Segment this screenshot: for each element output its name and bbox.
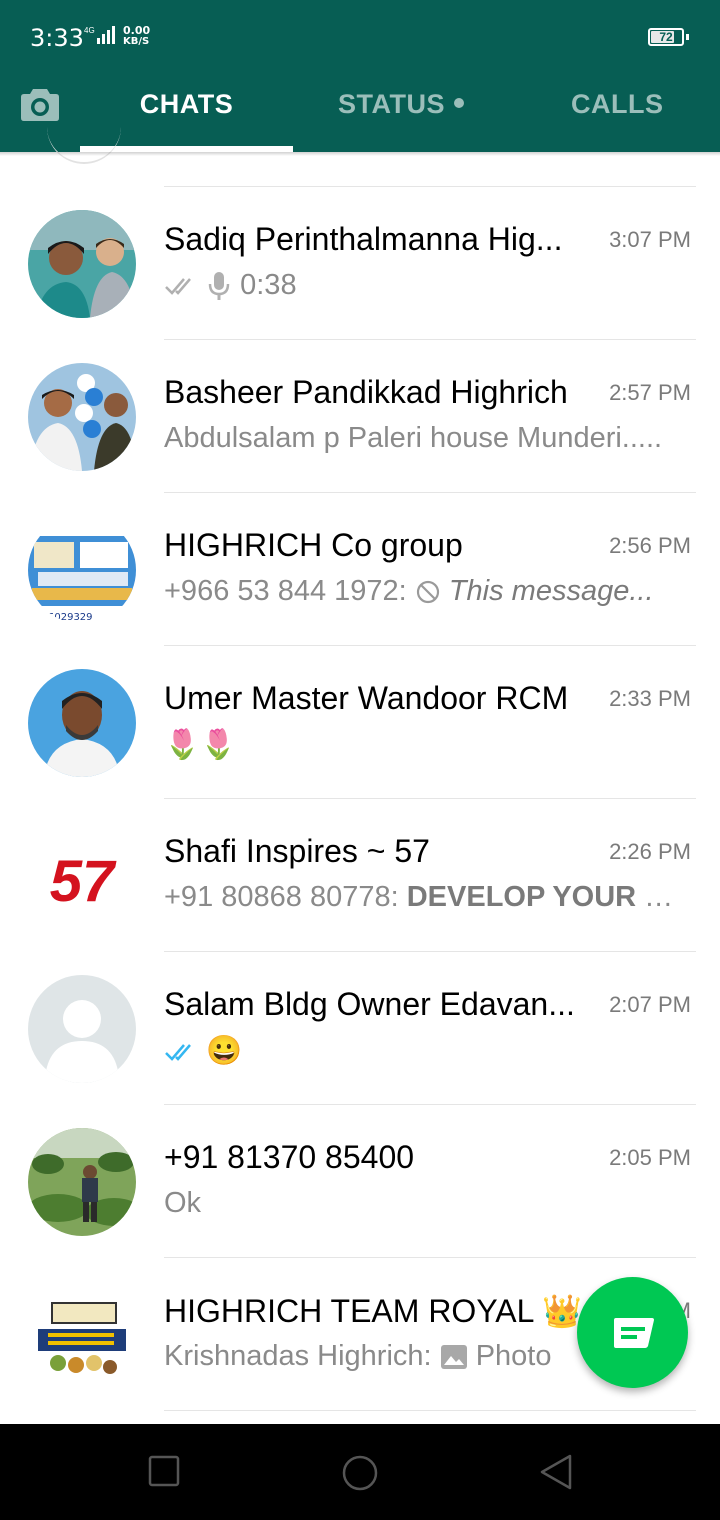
chat-name: Sadiq Perinthalmanna Hig... bbox=[164, 221, 563, 257]
chat-preview: 😀 bbox=[164, 1034, 674, 1068]
chat-name: Basheer Pandikkad Highrich bbox=[164, 374, 568, 410]
chat-time: 2:26 PM bbox=[609, 839, 691, 864]
avatar[interactable] bbox=[28, 210, 136, 318]
chat-time: 2:56 PM bbox=[609, 533, 691, 558]
chat-name: Shafi Inspires ~ 57 bbox=[164, 833, 430, 869]
preview-sender: +91 80868 80778: bbox=[164, 881, 399, 913]
divider bbox=[164, 1410, 696, 1411]
recents-icon[interactable] bbox=[148, 1454, 180, 1488]
chat-row[interactable]: 57 Shafi Inspires ~ 57 2:26 PM +91 80868… bbox=[0, 799, 720, 952]
chat-preview: Ok bbox=[164, 1187, 202, 1219]
chat-row[interactable]: +91 81370 85400 2:05 PM Ok bbox=[0, 1105, 720, 1258]
double-tick-icon bbox=[165, 278, 191, 296]
chat-row[interactable]: Sadiq Perinthalmanna Hig... 3:07 PM 0:38 bbox=[0, 187, 720, 340]
status-bar: 3:33 4G 0.00 KB/S 72 bbox=[0, 0, 720, 56]
status-update-dot bbox=[454, 98, 464, 108]
chat-name: Salam Bldg Owner Edavan... bbox=[164, 986, 575, 1022]
preview-text: DEVELOP YOUR S... bbox=[406, 881, 674, 913]
new-chat-button[interactable] bbox=[577, 1277, 688, 1388]
tab-chats[interactable]: CHATS bbox=[80, 89, 293, 120]
preview-sender: +966 53 844 1972: bbox=[164, 575, 407, 607]
chat-preview: +91 80868 80778: DEVELOP YOUR S... bbox=[164, 881, 674, 914]
chat-row[interactable]: 5029329 HIGHRICH Co group 2:56 PM +966 5… bbox=[0, 493, 720, 646]
avatar[interactable]: 5029329 bbox=[28, 516, 136, 624]
chat-time: 2:33 PM bbox=[609, 686, 691, 711]
chat-row[interactable]: Salam Bldg Owner Edavan... 2:07 PM 😀 bbox=[0, 952, 720, 1105]
preview-text: 😀 bbox=[206, 1035, 243, 1067]
svg-text:5029329: 5029329 bbox=[48, 612, 93, 623]
avatar[interactable] bbox=[28, 1128, 136, 1236]
avatar[interactable] bbox=[28, 1281, 136, 1389]
chat-row[interactable]: Umer Master Wandoor RCM 2:33 PM 🌷🌷 bbox=[0, 646, 720, 799]
preview-text: This message... bbox=[448, 575, 654, 607]
network-type: 4G bbox=[84, 26, 95, 35]
back-icon[interactable] bbox=[538, 1454, 574, 1490]
chat-preview: 🌷🌷 bbox=[164, 729, 237, 761]
battery-icon: 72 bbox=[648, 28, 684, 46]
chat-time: 3:07 PM bbox=[609, 227, 691, 252]
avatar-text: 57 bbox=[49, 849, 115, 914]
chat-name: +91 81370 85400 bbox=[164, 1139, 415, 1175]
tab-calls[interactable]: CALLS bbox=[571, 89, 664, 120]
speed-value: 0.00 bbox=[123, 24, 151, 37]
navigation-bar bbox=[0, 1424, 720, 1520]
speed-unit: KB/S bbox=[123, 36, 150, 47]
avatar[interactable] bbox=[28, 975, 136, 1083]
microphone-icon bbox=[208, 272, 230, 301]
voice-duration: 0:38 bbox=[240, 269, 297, 301]
chat-time: 2:07 PM bbox=[609, 992, 691, 1017]
battery-level: 72 bbox=[659, 30, 673, 44]
chat-row[interactable]: Basheer Pandikkad Highrich 2:57 PM Abdul… bbox=[0, 340, 720, 493]
chat-preview: Abdulsalam p Paleri house Munderi..... bbox=[164, 422, 663, 454]
home-icon[interactable] bbox=[341, 1454, 379, 1492]
camera-icon[interactable] bbox=[20, 86, 60, 122]
status-time: 3:33 bbox=[30, 24, 84, 52]
photo-icon bbox=[440, 1345, 467, 1370]
avatar[interactable] bbox=[28, 669, 136, 777]
double-tick-read-icon bbox=[165, 1044, 191, 1062]
chat-time: 2:05 PM bbox=[609, 1145, 691, 1170]
chat-time: 2:57 PM bbox=[609, 380, 691, 405]
preview-sender: Krishnadas Highrich: bbox=[164, 1340, 432, 1372]
avatar[interactable] bbox=[47, 120, 121, 164]
signal-icon bbox=[97, 26, 115, 44]
message-icon bbox=[614, 1318, 654, 1348]
preview-text: Photo bbox=[475, 1340, 552, 1372]
avatar[interactable]: 57 bbox=[28, 822, 136, 930]
chat-name: Umer Master Wandoor RCM bbox=[164, 680, 569, 716]
network-speed: 0.00 KB/S bbox=[123, 25, 150, 47]
chat-name: HIGHRICH TEAM ROYAL 👑 bbox=[164, 1293, 582, 1329]
avatar[interactable] bbox=[28, 363, 136, 471]
tab-status-label: STATUS bbox=[338, 89, 445, 119]
chat-name: HIGHRICH Co group bbox=[164, 527, 463, 563]
deleted-message-icon bbox=[416, 581, 439, 604]
chat-preview: +966 53 844 1972: This message... bbox=[164, 575, 674, 608]
chat-preview: 0:38 bbox=[164, 269, 674, 302]
tab-status[interactable]: STATUS bbox=[338, 89, 464, 120]
